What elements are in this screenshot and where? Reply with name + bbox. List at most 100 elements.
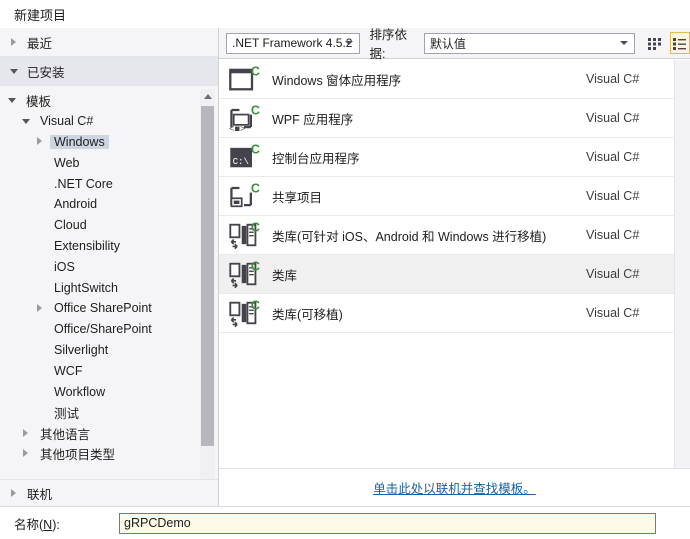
tree-item-windows[interactable]: Windows xyxy=(0,132,218,153)
sort-by-label: 排序依据: xyxy=(369,28,407,61)
templates-panel: .NET Framework 4.5.2 排序依据: 默认值 C Windows… xyxy=(219,28,690,506)
template-row[interactable]: C# 类库(可移植) Visual C# xyxy=(219,294,674,333)
group-header-installed[interactable]: 已安装 xyxy=(0,57,218,86)
chevron-right-icon xyxy=(10,37,19,47)
template-language: Visual C# xyxy=(586,150,640,164)
list-view-icon xyxy=(673,37,687,50)
project-name-bar: 名称(N): xyxy=(0,506,690,539)
tree-item-label: 其他项目类型 xyxy=(40,448,116,463)
template-name: 类库(可移植) xyxy=(272,307,343,322)
tree-item-label: 测试 xyxy=(54,406,80,421)
chevron-down-icon xyxy=(345,41,354,45)
classlib-icon: C# xyxy=(228,258,267,290)
svg-text:C#: C# xyxy=(251,104,260,118)
sort-by-dropdown[interactable]: 默认值 xyxy=(423,32,636,54)
template-row[interactable]: C:\C# 控制台应用程序 Visual C# xyxy=(219,138,674,177)
tree-item-web[interactable]: Web xyxy=(0,152,218,173)
tree-item-ios[interactable]: iOS xyxy=(0,256,218,277)
tree-item-[interactable]: 模板 xyxy=(0,90,218,111)
tree-item-extensibility[interactable]: Extensibility xyxy=(0,236,218,257)
tree-item-label: Android xyxy=(54,197,98,212)
chevron-right-icon[interactable] xyxy=(22,428,31,438)
svg-text:C#: C# xyxy=(251,299,260,313)
tree-item-label: Silverlight xyxy=(54,342,109,357)
template-list[interactable]: C# Windows 窗体应用程序 Visual C# <■> C# WPF 应用程序 V… xyxy=(219,60,674,468)
group-header-online[interactable]: 联机 xyxy=(0,479,218,506)
template-row[interactable]: C# 类库(可针对 iOS、Android 和 Windows 进行移植) Visu… xyxy=(219,216,674,255)
tree-item-cloud[interactable]: Cloud xyxy=(0,215,218,236)
project-name-label: 名称(N): xyxy=(14,517,60,532)
categories-panel: 最近 已安装 模板 Visual C# Windows Web .NET Core And… xyxy=(0,28,219,506)
tree-item-label: iOS xyxy=(54,259,75,274)
tree-item-wcf[interactable]: WCF xyxy=(0,360,218,381)
tree-item-[interactable]: 测试 xyxy=(0,402,218,423)
chevron-right-icon[interactable] xyxy=(22,449,31,458)
template-row[interactable]: <■> C# WPF 应用程序 Visual C# xyxy=(219,99,674,138)
template-name: 类库 xyxy=(272,268,298,283)
new-project-dialog: 新建项目 最近 已安装 模板 Visual C# Windows Web .NET Co… xyxy=(0,0,690,539)
tree-item-label: 其他语言 xyxy=(40,427,91,442)
shared-icon: C# xyxy=(228,180,267,212)
tree-item-label: Workflow xyxy=(54,384,106,399)
category-tree-scrollbar[interactable] xyxy=(200,89,215,501)
tree-item-label: Cloud xyxy=(54,218,87,233)
svg-text:C#: C# xyxy=(251,65,260,79)
tree-item-[interactable]: 其他项目类型 xyxy=(0,444,218,465)
chevron-down-icon[interactable] xyxy=(8,96,17,105)
svg-text:C#: C# xyxy=(251,182,260,196)
find-online-templates-link[interactable]: 单击此处以联机并查找模板。 xyxy=(373,478,536,497)
chevron-down-icon[interactable] xyxy=(22,117,31,126)
tree-item-label: LightSwitch xyxy=(54,280,118,295)
chevron-right-icon[interactable] xyxy=(36,137,45,146)
project-name-input[interactable] xyxy=(119,512,656,534)
template-list-scrollbar[interactable] xyxy=(674,60,690,468)
framework-version-dropdown[interactable]: .NET Framework 4.5.2 xyxy=(226,32,361,54)
template-name: 共享项目 xyxy=(272,190,323,205)
grid-view-icon xyxy=(647,37,661,50)
template-row[interactable]: C# Windows 窗体应用程序 Visual C# xyxy=(219,60,674,99)
tree-item-android[interactable]: Android xyxy=(0,194,218,215)
tree-item-label: Visual C# xyxy=(40,114,94,129)
template-row[interactable]: C# 类库 Visual C# xyxy=(219,255,674,294)
tree-item-label: 模板 xyxy=(26,94,52,109)
group-header-recent[interactable]: 最近 xyxy=(0,28,218,57)
chevron-right-icon xyxy=(10,488,19,498)
tree-item-label: Windows xyxy=(50,134,109,149)
console-icon: C:\C# xyxy=(228,141,267,173)
tree-item-visual-c[interactable]: Visual C# xyxy=(0,111,218,132)
svg-text:C#: C# xyxy=(251,221,260,235)
template-language: Visual C# xyxy=(586,111,640,125)
tree-item-label: Extensibility xyxy=(54,238,120,253)
tree-item-workflow[interactable]: Workflow xyxy=(0,381,218,402)
tree-item-office-sharepoint[interactable]: Office/SharePoint xyxy=(0,319,218,340)
grid-view-button[interactable] xyxy=(644,32,664,54)
tree-item-label: Office/SharePoint xyxy=(54,322,152,337)
scroll-up-arrow-icon[interactable] xyxy=(200,89,215,104)
list-view-button[interactable] xyxy=(669,32,690,54)
tree-item-lightswitch[interactable]: LightSwitch xyxy=(0,277,218,298)
svg-text:C#: C# xyxy=(251,260,260,274)
group-header-recent-label: 最近 xyxy=(27,36,53,51)
portable-lib-icon: C# xyxy=(228,297,267,329)
tree-item-label: WCF xyxy=(54,363,83,378)
chevron-right-icon[interactable] xyxy=(36,303,45,313)
tree-item-[interactable]: 其他语言 xyxy=(0,423,218,444)
category-tree: 模板 Visual C# Windows Web .NET Core Android Clo… xyxy=(0,87,218,464)
template-language: Visual C# xyxy=(586,72,640,86)
template-row[interactable]: C# 共享项目 Visual C# xyxy=(219,177,674,216)
scrollbar-thumb[interactable] xyxy=(201,106,214,446)
portable-lib-icon: C# xyxy=(228,219,267,251)
tree-item-net-core[interactable]: .NET Core xyxy=(0,173,218,194)
tree-item-office-sharepoint[interactable]: Office SharePoint xyxy=(0,298,218,319)
tree-item-silverlight[interactable]: Silverlight xyxy=(0,340,218,361)
online-templates-bar: 单击此处以联机并查找模板。 xyxy=(219,468,690,506)
